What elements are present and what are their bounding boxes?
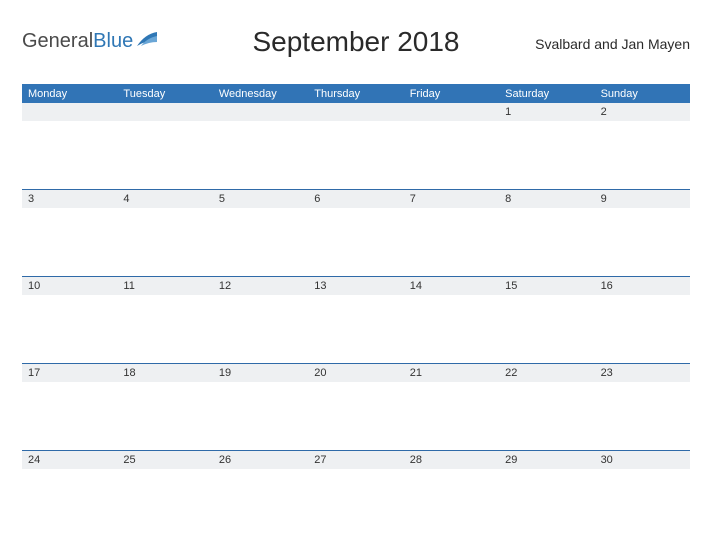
day-number: 26 bbox=[213, 451, 308, 469]
dow-sunday: Sunday bbox=[595, 85, 690, 103]
day-number: 4 bbox=[117, 190, 212, 208]
day-number-strip: 3 4 5 6 7 8 9 bbox=[22, 190, 690, 208]
day-number: 2 bbox=[595, 103, 690, 121]
week-body bbox=[22, 121, 690, 189]
day-number: 1 bbox=[499, 103, 594, 121]
day-number: 28 bbox=[404, 451, 499, 469]
day-number bbox=[308, 103, 403, 121]
week-body bbox=[22, 295, 690, 363]
day-number: 25 bbox=[117, 451, 212, 469]
dow-tuesday: Tuesday bbox=[117, 85, 212, 103]
week-row: 24 25 26 27 28 29 30 bbox=[22, 451, 690, 537]
dow-thursday: Thursday bbox=[308, 85, 403, 103]
day-number: 9 bbox=[595, 190, 690, 208]
day-number-strip: 24 25 26 27 28 29 30 bbox=[22, 451, 690, 469]
day-number bbox=[213, 103, 308, 121]
day-number: 20 bbox=[308, 364, 403, 382]
day-number: 3 bbox=[22, 190, 117, 208]
day-number: 6 bbox=[308, 190, 403, 208]
day-number: 22 bbox=[499, 364, 594, 382]
calendar-weeks: 1 2 3 4 5 6 7 8 9 10 bbox=[22, 103, 690, 537]
week-row: 3 4 5 6 7 8 9 bbox=[22, 190, 690, 277]
day-number-strip: 1 2 bbox=[22, 103, 690, 121]
header: GeneralBlue September 2018 Svalbard and … bbox=[22, 22, 690, 78]
week-row: 1 2 bbox=[22, 103, 690, 190]
week-row: 10 11 12 13 14 15 16 bbox=[22, 277, 690, 364]
dow-wednesday: Wednesday bbox=[213, 85, 308, 103]
calendar: Monday Tuesday Wednesday Thursday Friday… bbox=[22, 84, 690, 537]
day-number: 18 bbox=[117, 364, 212, 382]
region-label: Svalbard and Jan Mayen bbox=[535, 36, 690, 52]
day-number bbox=[404, 103, 499, 121]
day-number-strip: 17 18 19 20 21 22 23 bbox=[22, 364, 690, 382]
day-number: 24 bbox=[22, 451, 117, 469]
day-number: 16 bbox=[595, 277, 690, 295]
day-number: 10 bbox=[22, 277, 117, 295]
day-number: 14 bbox=[404, 277, 499, 295]
day-number-strip: 10 11 12 13 14 15 16 bbox=[22, 277, 690, 295]
day-number bbox=[117, 103, 212, 121]
dow-saturday: Saturday bbox=[499, 85, 594, 103]
day-number: 17 bbox=[22, 364, 117, 382]
week-body bbox=[22, 469, 690, 537]
day-number: 15 bbox=[499, 277, 594, 295]
dow-monday: Monday bbox=[22, 85, 117, 103]
day-number: 23 bbox=[595, 364, 690, 382]
day-of-week-header: Monday Tuesday Wednesday Thursday Friday… bbox=[22, 84, 690, 103]
day-number: 7 bbox=[404, 190, 499, 208]
dow-friday: Friday bbox=[404, 85, 499, 103]
day-number bbox=[22, 103, 117, 121]
day-number: 30 bbox=[595, 451, 690, 469]
day-number: 11 bbox=[117, 277, 212, 295]
day-number: 5 bbox=[213, 190, 308, 208]
day-number: 12 bbox=[213, 277, 308, 295]
day-number: 19 bbox=[213, 364, 308, 382]
week-body bbox=[22, 208, 690, 276]
day-number: 13 bbox=[308, 277, 403, 295]
week-row: 17 18 19 20 21 22 23 bbox=[22, 364, 690, 451]
day-number: 21 bbox=[404, 364, 499, 382]
week-body bbox=[22, 382, 690, 450]
calendar-page: GeneralBlue September 2018 Svalbard and … bbox=[0, 0, 712, 537]
day-number: 8 bbox=[499, 190, 594, 208]
day-number: 29 bbox=[499, 451, 594, 469]
day-number: 27 bbox=[308, 451, 403, 469]
